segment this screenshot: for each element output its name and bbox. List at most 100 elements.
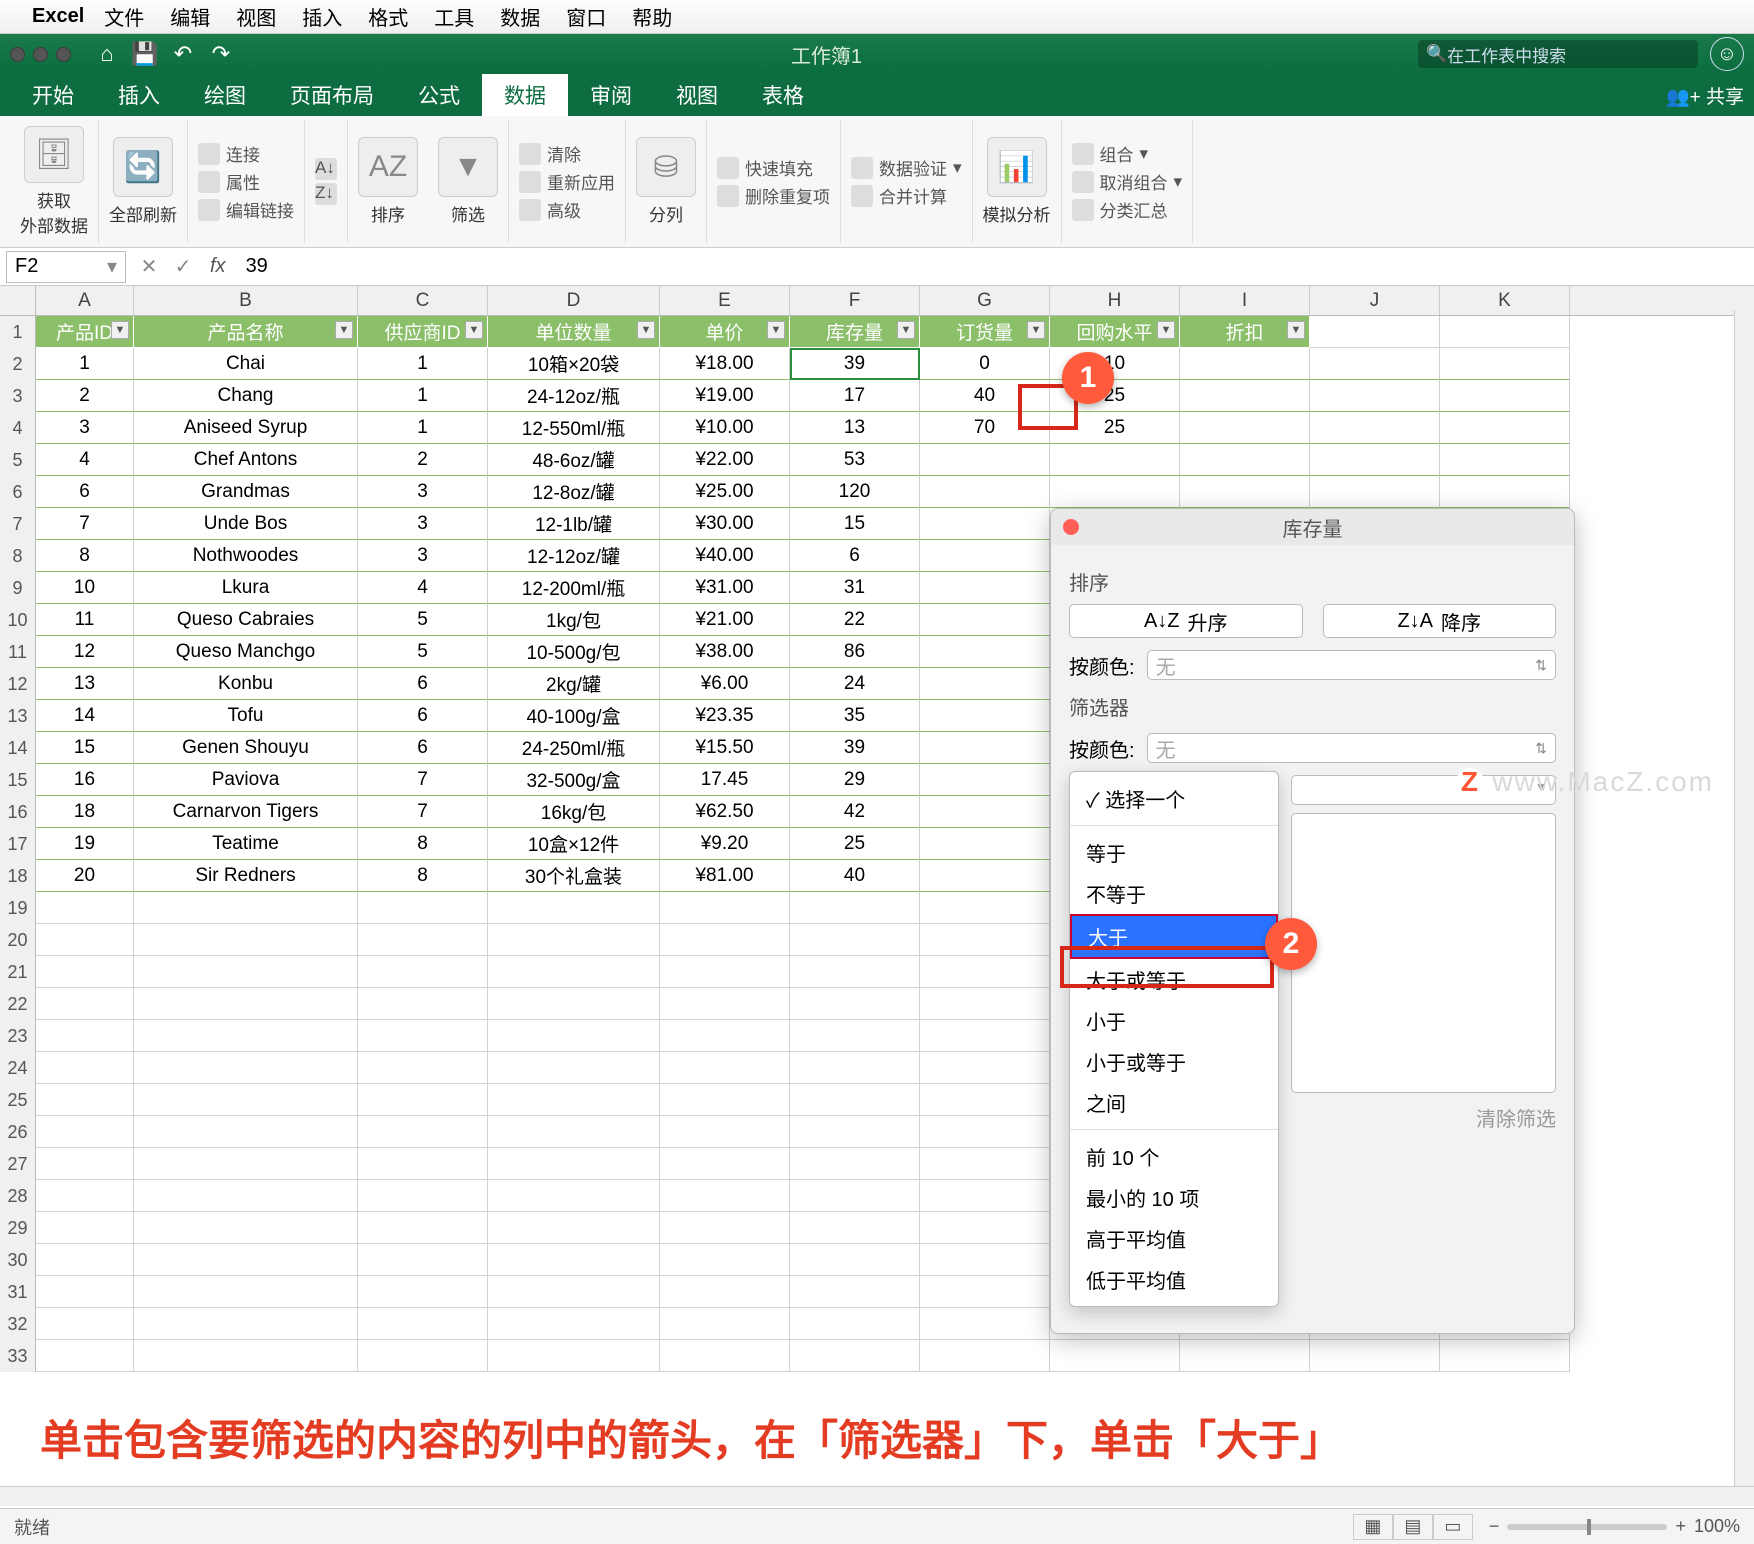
row-header-31[interactable]: 31 <box>0 1276 36 1308</box>
cell-23-1[interactable] <box>134 1020 358 1052</box>
cell-4-0[interactable]: 3 <box>36 412 134 444</box>
cell-24-6[interactable] <box>920 1052 1050 1084</box>
cell-18-4[interactable]: ¥81.00 <box>660 860 790 892</box>
cell-11-6[interactable] <box>920 636 1050 668</box>
cell-6-1[interactable]: Grandmas <box>134 476 358 508</box>
view-normal[interactable]: ▦ <box>1353 1514 1393 1540</box>
cell-23-4[interactable] <box>660 1020 790 1052</box>
formula-input[interactable]: 39 <box>236 255 1754 278</box>
tab-home[interactable]: 开始 <box>10 74 96 116</box>
cell-14-5[interactable]: 39 <box>790 732 920 764</box>
cell-29-2[interactable] <box>358 1212 488 1244</box>
cell-16-1[interactable]: Carnarvon Tigers <box>134 796 358 828</box>
row-header-18[interactable]: 18 <box>0 860 36 892</box>
cell-22-6[interactable] <box>920 988 1050 1020</box>
cell-21-1[interactable] <box>134 956 358 988</box>
cell-4-5[interactable]: 13 <box>790 412 920 444</box>
cell-18-6[interactable] <box>920 860 1050 892</box>
sort-bycolor-select[interactable]: 无 <box>1147 650 1556 680</box>
cell-15-3[interactable]: 32-500g/盒 <box>488 764 660 796</box>
reapply-filter[interactable]: 重新应用 <box>519 169 615 194</box>
cell-17-5[interactable]: 25 <box>790 828 920 860</box>
filter-button[interactable]: ▼筛选 <box>438 137 498 226</box>
cell-10-6[interactable] <box>920 604 1050 636</box>
cell-31-4[interactable] <box>660 1276 790 1308</box>
sort-button[interactable]: AZ排序 <box>358 137 418 226</box>
zoom-in[interactable]: + <box>1675 1516 1686 1537</box>
cell-12-0[interactable]: 13 <box>36 668 134 700</box>
filter-values-list[interactable] <box>1291 813 1556 1093</box>
clear-filter-link[interactable]: 清除筛选 <box>1291 1103 1556 1132</box>
row-header-25[interactable]: 25 <box>0 1084 36 1116</box>
menu-format[interactable]: 格式 <box>368 2 408 31</box>
row-header-9[interactable]: 9 <box>0 572 36 604</box>
scrollbar-horizontal[interactable] <box>0 1486 1754 1506</box>
cell-19-4[interactable] <box>660 892 790 924</box>
cell-25-4[interactable] <box>660 1084 790 1116</box>
opt-less-than[interactable]: 小于 <box>1070 1000 1278 1041</box>
cell-29-0[interactable] <box>36 1212 134 1244</box>
cell-25-1[interactable] <box>134 1084 358 1116</box>
row-header-26[interactable]: 26 <box>0 1116 36 1148</box>
row-header-28[interactable]: 28 <box>0 1180 36 1212</box>
cell-5-7[interactable] <box>1050 444 1180 476</box>
cell-33-5[interactable] <box>790 1340 920 1372</box>
cell-8-1[interactable]: Nothwoodes <box>134 540 358 572</box>
opt-between[interactable]: 之间 <box>1070 1082 1278 1123</box>
cell-12-6[interactable] <box>920 668 1050 700</box>
row-header-23[interactable]: 23 <box>0 1020 36 1052</box>
cell-10-0[interactable]: 11 <box>36 604 134 636</box>
whatif[interactable]: 📊模拟分析 <box>973 120 1062 243</box>
cell-27-2[interactable] <box>358 1148 488 1180</box>
cell-28-6[interactable] <box>920 1180 1050 1212</box>
cell-6-8[interactable] <box>1180 476 1310 508</box>
cell-16-2[interactable]: 7 <box>358 796 488 828</box>
filter-dropdown-2[interactable]: ▼ <box>465 321 483 339</box>
cell-12-3[interactable]: 2kg/罐 <box>488 668 660 700</box>
cell-16-3[interactable]: 16kg/包 <box>488 796 660 828</box>
cell-32-1[interactable] <box>134 1308 358 1340</box>
opt-lte[interactable]: 小于或等于 <box>1070 1041 1278 1082</box>
cell-11-0[interactable]: 12 <box>36 636 134 668</box>
row-header-8[interactable]: 8 <box>0 540 36 572</box>
opt-not-equals[interactable]: 不等于 <box>1070 873 1278 914</box>
cell-9-6[interactable] <box>920 572 1050 604</box>
refresh-all[interactable]: 🔄 全部刷新 <box>99 120 188 243</box>
col-header-H[interactable]: H <box>1050 286 1180 315</box>
row-header-11[interactable]: 11 <box>0 636 36 668</box>
zoom-level[interactable]: 100% <box>1694 1516 1740 1537</box>
cell-6-2[interactable]: 3 <box>358 476 488 508</box>
cell-11-4[interactable]: ¥38.00 <box>660 636 790 668</box>
cell-7-0[interactable]: 7 <box>36 508 134 540</box>
cell-17-3[interactable]: 10盒×12件 <box>488 828 660 860</box>
cell-3-1[interactable]: Chang <box>134 380 358 412</box>
cell-27-6[interactable] <box>920 1148 1050 1180</box>
share-button[interactable]: 👥+ 共享 <box>1666 82 1744 109</box>
row-header-17[interactable]: 17 <box>0 828 36 860</box>
cell-6-7[interactable] <box>1050 476 1180 508</box>
filter-dropdown-7[interactable]: ▼ <box>1157 321 1175 339</box>
cell-16-5[interactable]: 42 <box>790 796 920 828</box>
cell-20-0[interactable] <box>36 924 134 956</box>
row-header-1[interactable]: 1 <box>0 316 36 348</box>
row-header-2[interactable]: 2 <box>0 348 36 380</box>
cell-30-1[interactable] <box>134 1244 358 1276</box>
row-header-19[interactable]: 19 <box>0 892 36 924</box>
cell-14-6[interactable] <box>920 732 1050 764</box>
cell-24-0[interactable] <box>36 1052 134 1084</box>
cell-25-6[interactable] <box>920 1084 1050 1116</box>
cell-23-5[interactable] <box>790 1020 920 1052</box>
col-header-A[interactable]: A <box>36 286 134 315</box>
cell-7-1[interactable]: Unde Bos <box>134 508 358 540</box>
cell-26-4[interactable] <box>660 1116 790 1148</box>
cell-14-2[interactable]: 6 <box>358 732 488 764</box>
cell-17-6[interactable] <box>920 828 1050 860</box>
cell-18-1[interactable]: Sir Redners <box>134 860 358 892</box>
cell-24-5[interactable] <box>790 1052 920 1084</box>
col-header-B[interactable]: B <box>134 286 358 315</box>
cell-22-1[interactable] <box>134 988 358 1020</box>
cell-33-7[interactable] <box>1050 1340 1180 1372</box>
cell-14-0[interactable]: 15 <box>36 732 134 764</box>
cell-12-5[interactable]: 24 <box>790 668 920 700</box>
cell-12-2[interactable]: 6 <box>358 668 488 700</box>
